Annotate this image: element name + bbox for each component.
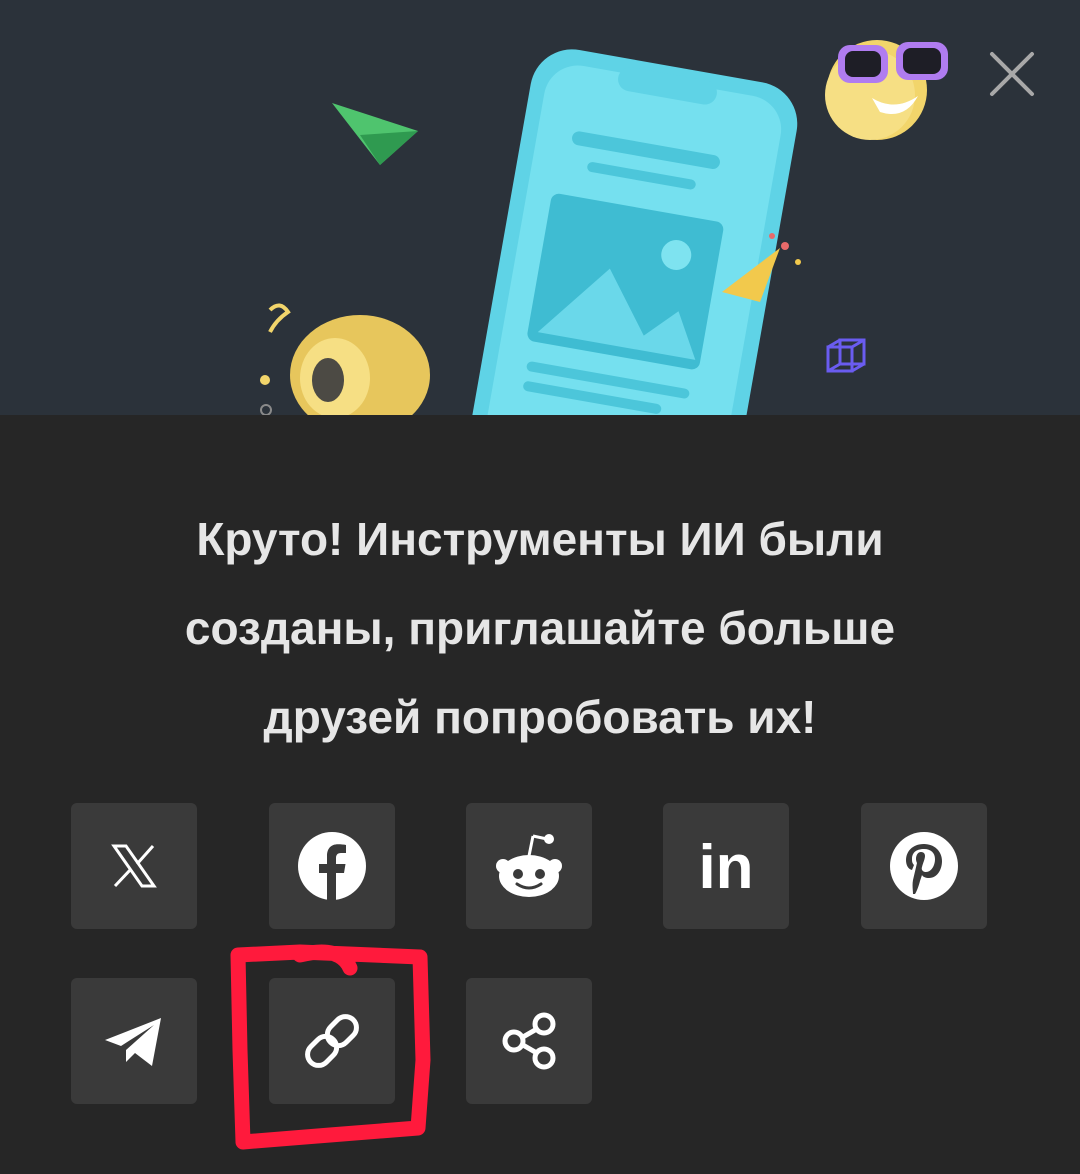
share-telegram-button[interactable] <box>71 978 197 1104</box>
message-line: Круто! Инструменты ИИ были <box>196 513 884 565</box>
message-line: друзей попробовать их! <box>263 691 817 743</box>
linkedin-icon: in <box>698 833 753 902</box>
telegram-icon <box>105 1018 161 1066</box>
copy-link-button[interactable] <box>269 978 395 1104</box>
x-logo-icon <box>111 844 157 888</box>
share-more-button[interactable] <box>466 978 592 1104</box>
sunglasses-emoji-icon <box>825 40 948 140</box>
facebook-icon <box>298 832 366 900</box>
share-x-button[interactable] <box>71 803 197 929</box>
share-facebook-button[interactable] <box>269 803 395 929</box>
share-reddit-button[interactable] <box>466 803 592 929</box>
linkedin-glyph: in <box>698 833 753 902</box>
megaphone-icon <box>260 303 430 415</box>
share-linkedin-button[interactable]: in <box>663 803 789 929</box>
phone-illustration <box>471 49 798 415</box>
pinterest-icon <box>890 832 958 900</box>
share-icon <box>502 1012 556 1070</box>
close-icon <box>990 52 1034 96</box>
link-icon <box>305 1014 359 1068</box>
paper-plane-icon <box>332 103 418 165</box>
close-button[interactable] <box>978 40 1046 108</box>
hero-illustration <box>0 0 1080 415</box>
reddit-icon <box>496 834 562 897</box>
invite-message: Круто! Инструменты ИИ были созданы, приг… <box>80 495 1000 762</box>
share-pinterest-button[interactable] <box>861 803 987 929</box>
message-line: созданы, приглашайте больше <box>184 602 896 654</box>
cube-icon <box>826 338 866 373</box>
